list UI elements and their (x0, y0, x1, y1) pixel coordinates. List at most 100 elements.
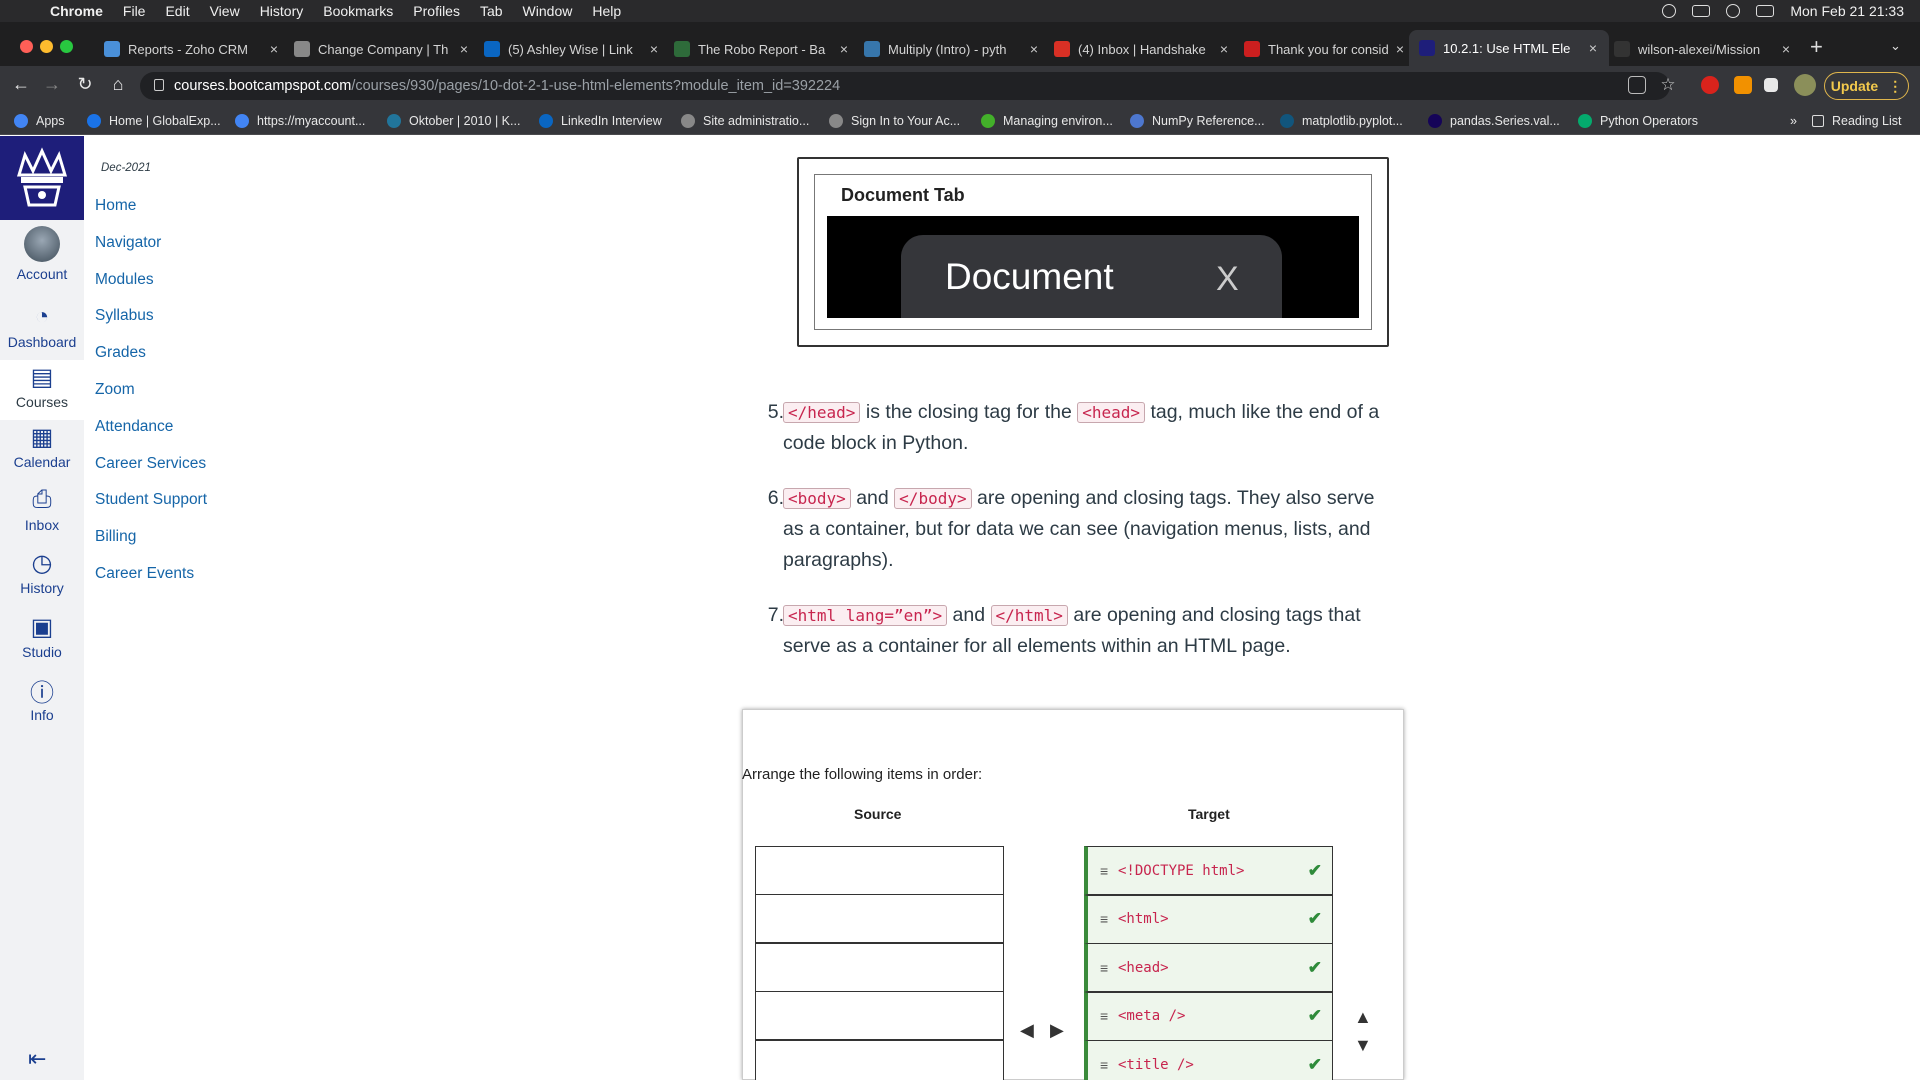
drag-handle-icon[interactable]: ≡ (1100, 911, 1118, 927)
browser-tab[interactable]: (4) Inbox | Handshake × (1054, 34, 1232, 64)
tab-close-icon[interactable]: × (1026, 41, 1042, 57)
browser-tab[interactable]: The Robo Report - Ba × (674, 34, 852, 64)
menu-edit[interactable]: Edit (165, 3, 189, 19)
menu-clock[interactable]: Mon Feb 21 21:33 (1790, 3, 1904, 19)
bookmark-item[interactable]: LinkedIn Interview (539, 107, 662, 134)
profile-avatar-icon[interactable] (1794, 74, 1816, 96)
browser-tab[interactable]: Change Company | Th × (294, 34, 472, 64)
bookmark-item[interactable]: Managing environ... (981, 107, 1113, 134)
target-item[interactable]: ≡ <html> ✔ (1084, 894, 1333, 944)
course-nav-modules[interactable]: Modules (95, 271, 154, 289)
course-nav-student-support[interactable]: Student Support (95, 491, 207, 509)
bookmark-item[interactable]: https://myaccount... (235, 107, 365, 134)
tab-close-icon[interactable]: × (456, 41, 472, 57)
reload-icon[interactable]: ↻ (74, 74, 96, 95)
new-tab-icon[interactable]: + (1810, 34, 1823, 60)
source-slot[interactable] (755, 991, 1004, 1040)
course-nav-attendance[interactable]: Attendance (95, 418, 173, 436)
reading-list-button[interactable]: Reading List (1812, 107, 1902, 134)
course-nav-syllabus[interactable]: Syllabus (95, 307, 154, 325)
forward-icon[interactable]: → (41, 74, 63, 95)
bookmark-item[interactable]: Python Operators (1578, 107, 1698, 134)
course-nav-career-services[interactable]: Career Services (95, 455, 206, 473)
course-nav-navigator[interactable]: Navigator (95, 234, 161, 252)
tab-search-chevron-icon[interactable]: ⌄ (1890, 38, 1901, 54)
extension-orange-icon[interactable] (1734, 76, 1752, 94)
browser-tab[interactable]: 10.2.1: Use HTML Ele × (1409, 30, 1609, 66)
bookmark-item[interactable]: pandas.Series.val... (1428, 107, 1560, 134)
course-nav-career-events[interactable]: Career Events (95, 565, 194, 583)
search-icon[interactable] (1726, 4, 1741, 18)
address-bar[interactable]: courses.bootcampspot.com/courses/930/pag… (140, 72, 1670, 100)
move-down-icon[interactable]: ▼ (1354, 1035, 1372, 1056)
browser-tab[interactable]: Thank you for conside × (1244, 34, 1408, 64)
drag-handle-icon[interactable]: ≡ (1100, 1057, 1118, 1073)
apple-icon[interactable] (20, 3, 36, 19)
source-slot[interactable] (755, 943, 1004, 992)
tab-close-icon[interactable]: × (1216, 41, 1232, 57)
battery-icon[interactable] (1692, 5, 1711, 17)
star-icon[interactable]: ☆ (1659, 76, 1677, 94)
extensions-puzzle-icon[interactable] (1764, 78, 1778, 92)
menu-app-name[interactable]: Chrome (50, 3, 103, 19)
tab-close-icon[interactable]: × (1585, 40, 1601, 56)
menu-bookmarks[interactable]: Bookmarks (323, 3, 393, 19)
course-nav-home[interactable]: Home (95, 197, 136, 215)
tab-close-icon[interactable]: × (1392, 41, 1408, 57)
control-center-icon[interactable] (1756, 5, 1775, 17)
wifi-icon[interactable] (1662, 4, 1677, 18)
browser-tab[interactable]: Reports - Zoho CRM × (104, 34, 282, 64)
bookmark-item[interactable]: Oktober | 2010 | K... (387, 107, 520, 134)
drag-handle-icon[interactable]: ≡ (1100, 960, 1118, 976)
global-nav-studio[interactable]: ▣ Studio (0, 610, 84, 670)
menu-tab[interactable]: Tab (480, 3, 503, 19)
bookmark-item[interactable]: Site administratio... (681, 107, 809, 134)
browser-tab[interactable]: (5) Ashley Wise | Link × (484, 34, 662, 64)
source-slot[interactable] (755, 846, 1004, 895)
menu-file[interactable]: File (123, 3, 146, 19)
move-left-icon[interactable]: ◀ (1020, 1020, 1034, 1041)
move-up-icon[interactable]: ▲ (1354, 1007, 1372, 1028)
target-item[interactable]: ≡ <title /> ✔ (1084, 1040, 1333, 1080)
menu-profiles[interactable]: Profiles (413, 3, 460, 19)
move-right-icon[interactable]: ▶ (1050, 1020, 1064, 1041)
minimize-window-icon[interactable] (40, 40, 53, 53)
bookmark-item[interactable]: matplotlib.pyplot... (1280, 107, 1403, 134)
back-icon[interactable]: ← (10, 74, 32, 95)
browser-tab[interactable]: wilson-alexei/Mission × (1614, 34, 1794, 64)
bookmark-item[interactable]: Sign In to Your Ac... (829, 107, 960, 134)
global-nav-account[interactable]: Account (0, 226, 84, 290)
course-nav-zoom[interactable]: Zoom (95, 381, 135, 399)
global-nav-history[interactable]: ◷ History (0, 546, 84, 606)
lock-icon[interactable] (154, 79, 164, 91)
source-slot[interactable] (755, 894, 1004, 943)
bookmarks-overflow-icon[interactable]: » (1790, 107, 1797, 134)
extension-red-icon[interactable] (1701, 76, 1719, 94)
menu-window[interactable]: Window (523, 3, 573, 19)
global-nav-courses[interactable]: ▤ Courses (0, 360, 84, 420)
tab-close-icon[interactable]: × (646, 41, 662, 57)
global-nav-inbox[interactable]: ⎙ Inbox (0, 483, 84, 543)
zoom-window-icon[interactable] (60, 40, 73, 53)
drag-handle-icon[interactable]: ≡ (1100, 1008, 1118, 1024)
share-icon[interactable] (1628, 76, 1646, 94)
source-slot[interactable] (755, 1040, 1004, 1080)
target-item[interactable]: ≡ <!DOCTYPE html> ✔ (1084, 846, 1333, 895)
course-nav-billing[interactable]: Billing (95, 528, 136, 546)
course-nav-grades[interactable]: Grades (95, 344, 146, 362)
tab-close-icon[interactable]: × (836, 41, 852, 57)
menu-history[interactable]: History (260, 3, 304, 19)
bookmark-item[interactable]: Home | GlobalExp... (87, 107, 221, 134)
update-button[interactable]: Update ⋮ (1824, 72, 1909, 100)
home-icon[interactable]: ⌂ (107, 74, 129, 95)
global-nav-calendar[interactable]: ▦ Calendar (0, 420, 84, 480)
global-nav-dashboard[interactable]: ◔ Dashboard (0, 300, 84, 360)
menu-view[interactable]: View (210, 3, 240, 19)
browser-tab[interactable]: Multiply (Intro) - pyth × (864, 34, 1042, 64)
global-nav-info[interactable]: ⓘ Info (0, 673, 84, 733)
menu-help[interactable]: Help (592, 3, 621, 19)
bookmark-item[interactable]: NumPy Reference... (1130, 107, 1265, 134)
bookmark-item[interactable]: Apps (14, 107, 65, 134)
target-item[interactable]: ≡ <meta /> ✔ (1084, 991, 1333, 1041)
drag-handle-icon[interactable]: ≡ (1100, 863, 1118, 879)
